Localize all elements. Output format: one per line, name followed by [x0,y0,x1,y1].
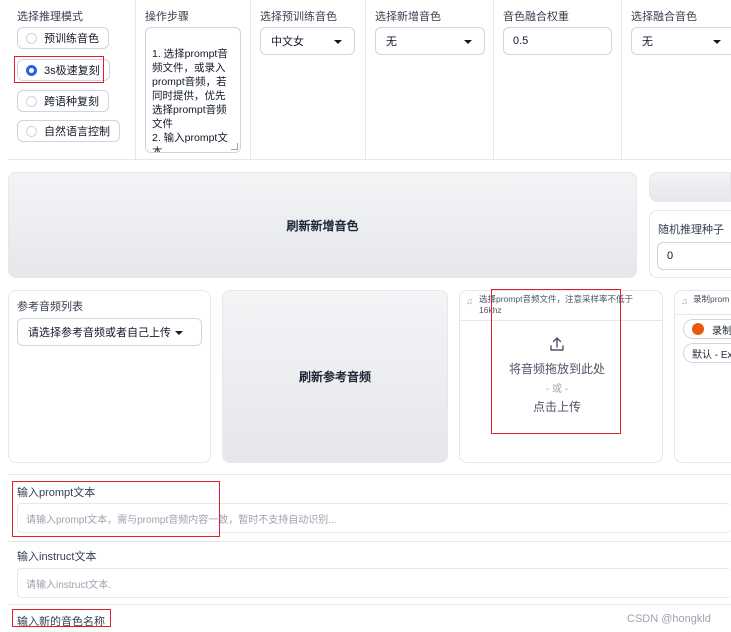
column-divider [135,0,136,160]
divider [675,314,731,315]
new-voice-dropdown[interactable]: 无 [375,27,485,55]
or-text: - 或 - [545,384,569,395]
record-icon [692,323,704,335]
radio-circle-icon [26,95,37,107]
resize-handle-icon[interactable] [231,143,238,150]
radio-cross-lingual[interactable]: 跨语种复刻 [17,90,109,112]
prompt-text-input[interactable]: 请输入prompt文本，需与prompt音频内容一致，暂时不支持自动识别... [17,503,731,533]
chevron-down-icon [464,40,472,44]
radio-3s-clone[interactable]: 3s极速复刻 [17,59,110,81]
divider [460,320,662,321]
record-button[interactable]: 录制 [683,319,731,339]
steps-label: 操作步骤 [145,11,189,23]
upload-dropzone[interactable]: 将音频拖放到此处 - 或 - 点击上传 [494,322,620,432]
record-header: 录制prom [693,294,730,304]
ref-audio-label: 参考音频列表 [17,301,83,313]
divider [8,474,731,475]
radio-pretrained[interactable]: 预训练音色 [17,27,109,49]
ref-audio-dropdown[interactable]: 请选择参考音频或者自己上传 [17,318,202,346]
divider [8,604,731,605]
instruct-text-label: 输入instruct文本 [17,551,97,563]
column-divider [621,0,622,160]
seed-label: 随机推理种子 [658,224,724,236]
seed-input[interactable]: 0 [657,242,731,270]
watermark: CSDN @hongkld [627,613,711,625]
instruct-text-input[interactable]: 请输入instruct文本. [17,568,731,598]
record-audio-panel [674,290,731,463]
radio-circle-icon [26,125,37,137]
music-note-icon: ♫ [466,296,473,306]
refresh-new-voice-button[interactable]: 刷新新增音色 [8,172,637,278]
radio-instruct[interactable]: 自然语言控制 [17,120,120,142]
pretrained-voice-label: 选择预训练音色 [260,11,337,23]
fusion-voice-dropdown[interactable]: 无 [631,27,731,55]
prompt-text-label: 输入prompt文本 [17,487,96,499]
generate-button[interactable] [649,172,731,202]
pretrained-voice-dropdown[interactable]: 中文女 [260,27,355,55]
microphone-select[interactable]: 默认 - Ex [683,343,731,363]
click-upload-text: 点击上传 [532,400,581,414]
chevron-down-icon [175,331,183,335]
column-divider [365,0,366,160]
chevron-down-icon [713,40,721,44]
ref-audio-panel [8,290,211,463]
radio-circle-icon [26,32,37,44]
drop-text: 将音频拖放到此处 [508,362,605,376]
column-divider [493,0,494,160]
divider [8,541,731,542]
fusion-weight-input[interactable]: 0.5 [503,27,612,55]
fusion-weight-label: 音色融合权重 [503,11,569,23]
steps-textarea[interactable]: 1. 选择prompt音频文件，或录入prompt音频，若同时提供，优先选择pr… [145,27,241,153]
column-divider [250,0,251,160]
new-voice-name-label: 输入新的音色名称 [17,616,105,628]
upload-icon [550,337,564,351]
fusion-voice-label: 选择融合音色 [631,11,697,23]
new-voice-label: 选择新增音色 [375,11,441,23]
mode-label: 选择推理模式 [17,11,83,23]
refresh-ref-audio-button[interactable]: 刷新参考音频 [222,290,448,463]
radio-selected-icon [26,64,37,76]
upload-header: 选择prompt音频文件，注意采样率不低于16khz [479,294,633,315]
music-note-icon: ♫ [681,296,688,306]
chevron-down-icon [334,40,342,44]
